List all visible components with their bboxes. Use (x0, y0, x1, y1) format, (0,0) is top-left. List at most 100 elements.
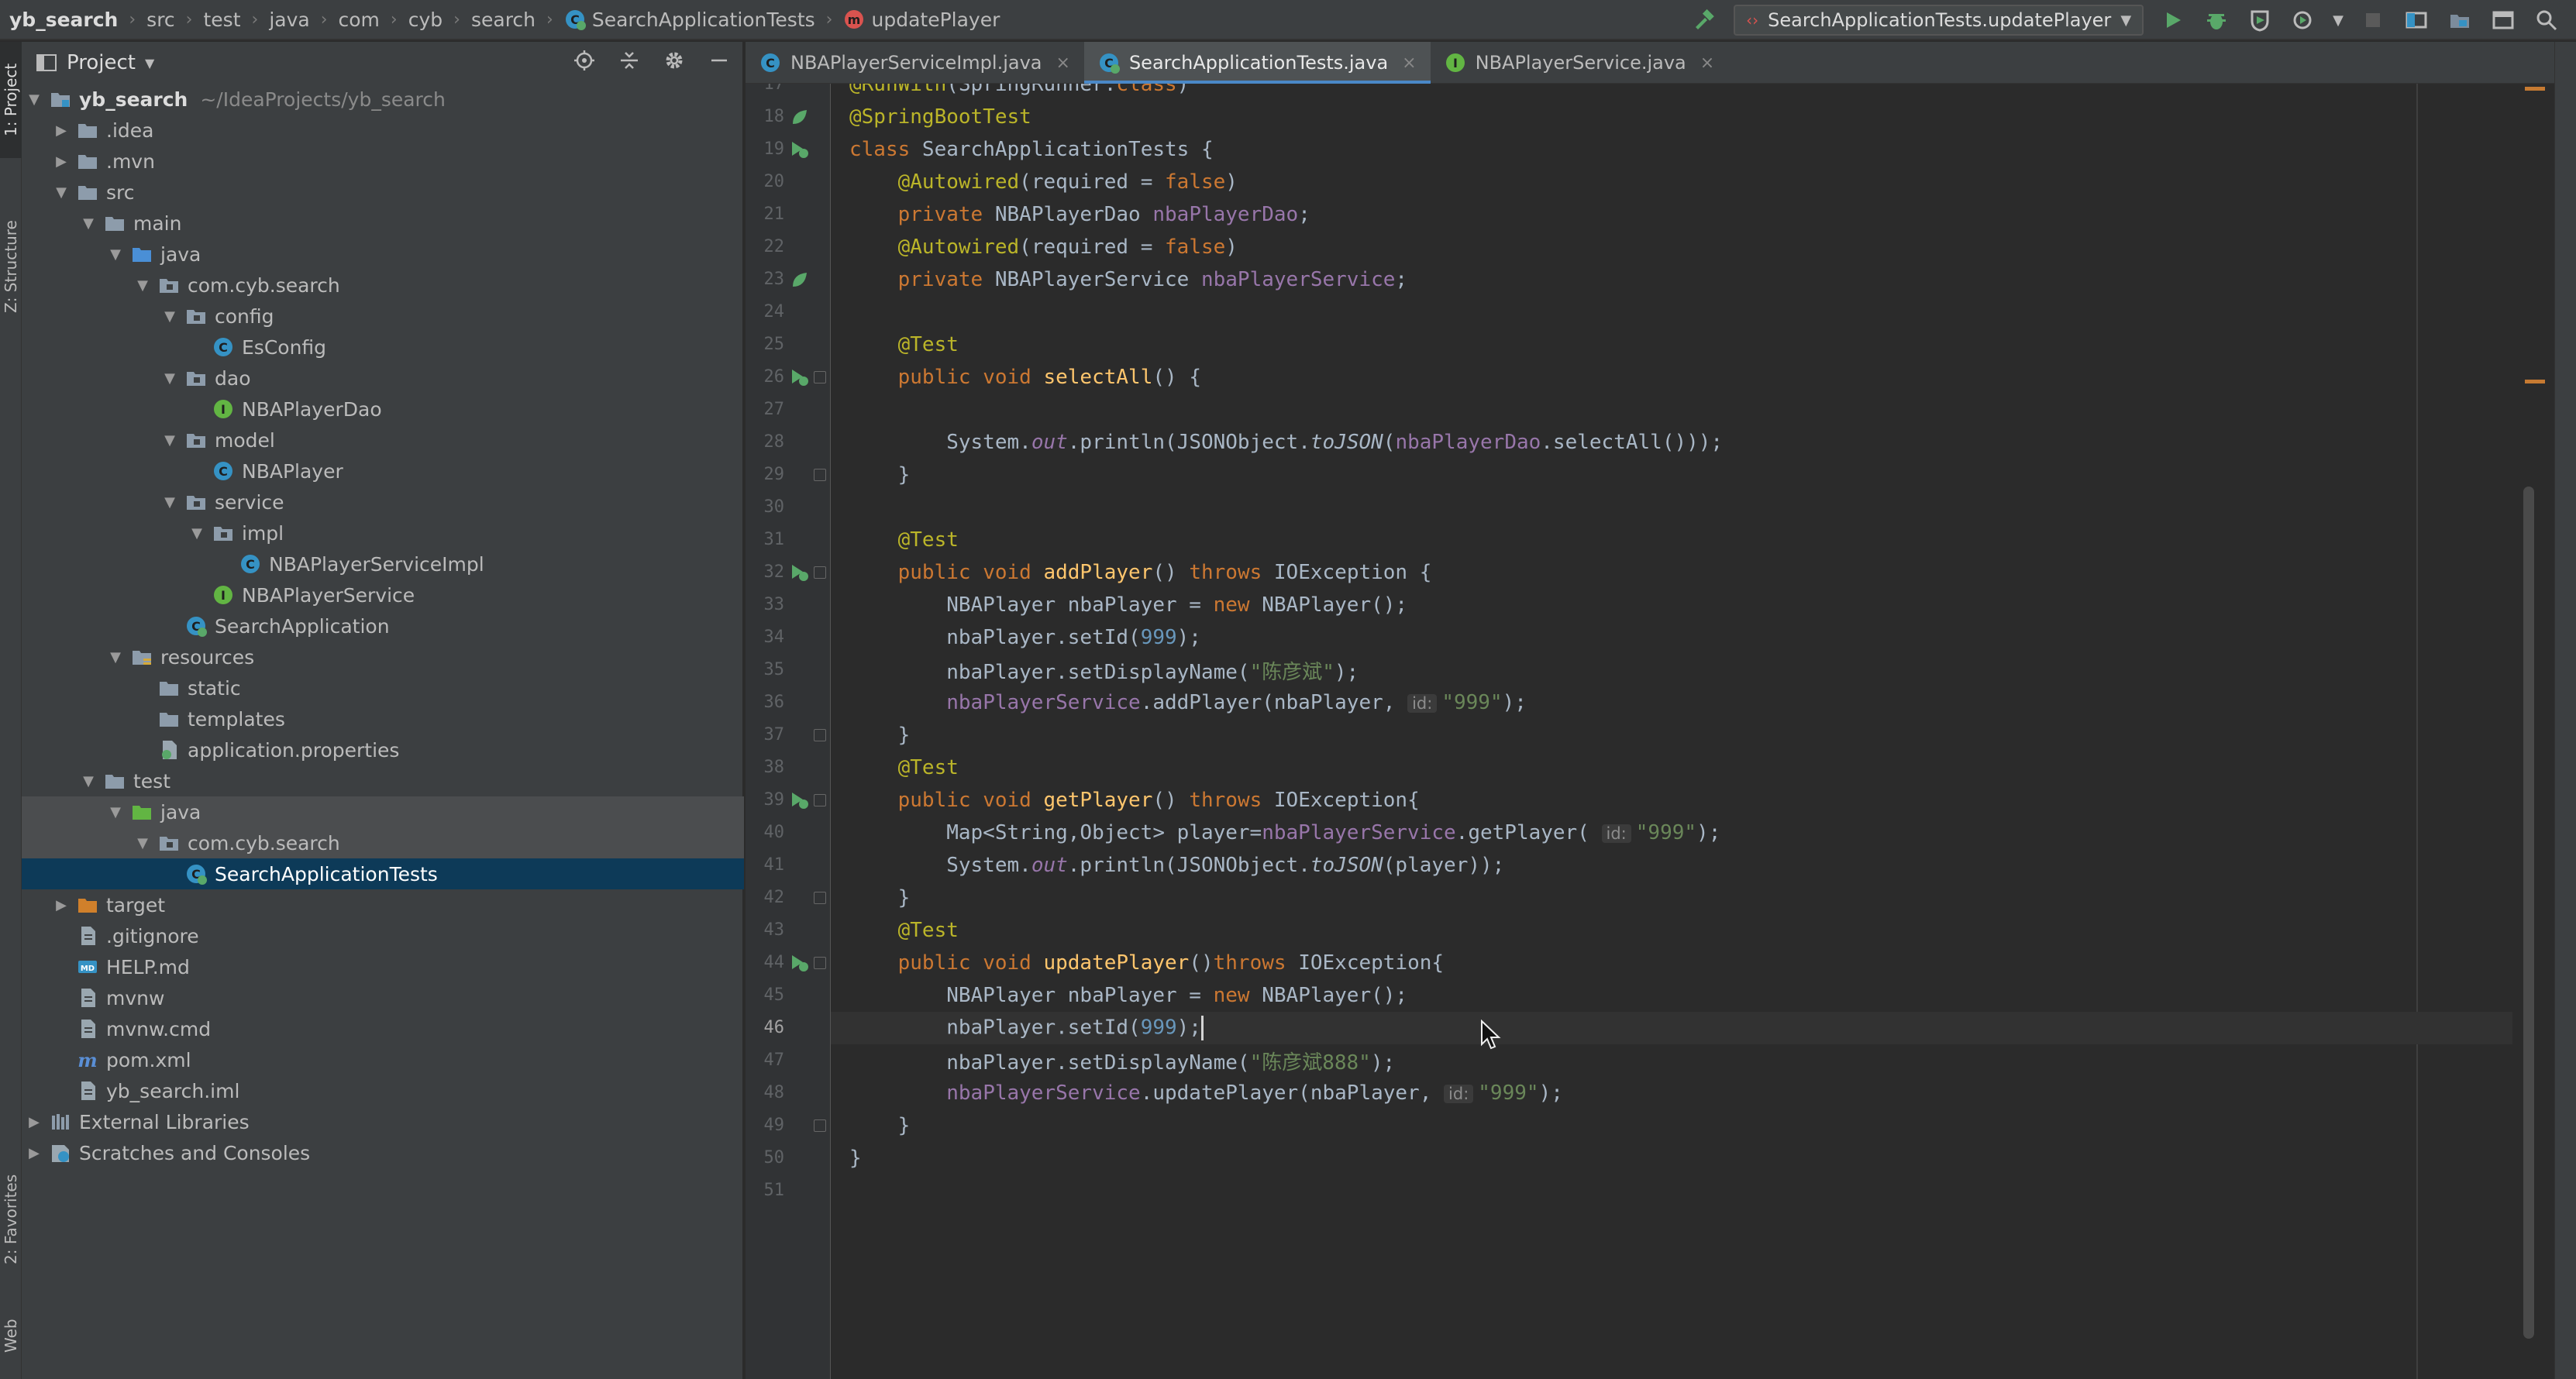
vertical-scrollbar[interactable] (2512, 84, 2545, 1379)
code-line[interactable] (831, 394, 2545, 426)
code-line[interactable]: nbaPlayer.setDisplayName("陈彦斌888"); (831, 1044, 2545, 1077)
code-editor[interactable]: 17 18 19 20 21 22 23 24 25 26 27 28 29 30 31 32 33 34 35 36… (746, 84, 2545, 1379)
hide-panel-icon[interactable] (708, 50, 730, 77)
close-icon[interactable]: × (1402, 53, 1416, 73)
tree-node[interactable]: ▼ config (22, 301, 744, 332)
expanded-arrow-icon[interactable]: ▼ (162, 487, 177, 518)
code-line[interactable]: public void updatePlayer()throws IOExcep… (831, 947, 2545, 979)
tree-node[interactable]: mvnw (22, 982, 744, 1013)
tree-node[interactable]: ▶ Scratches and Consoles (22, 1137, 744, 1168)
tree-node[interactable]: C SearchApplicationTests (22, 858, 744, 889)
collapsed-arrow-icon[interactable]: ▶ (26, 1106, 42, 1137)
code-line[interactable]: class SearchApplicationTests { (831, 133, 2545, 166)
code-line[interactable]: @Test (831, 751, 2545, 784)
tree-node[interactable]: I NBAPlayerDao (22, 394, 744, 425)
tree-node[interactable]: ▼ dao (22, 363, 744, 394)
expanded-arrow-icon[interactable]: ▼ (135, 270, 150, 301)
code-line[interactable]: public void addPlayer() throws IOExcepti… (831, 556, 2545, 589)
collapsed-arrow-icon[interactable]: ▶ (53, 889, 69, 920)
search-everywhere-icon[interactable] (2533, 6, 2561, 34)
collapse-all-icon[interactable] (618, 50, 640, 77)
tree-node[interactable]: ▼ com.cyb.search (22, 270, 744, 301)
code-line[interactable]: @SpringBootTest (831, 101, 2545, 133)
run-configuration-selector[interactable]: ‹› SearchApplicationTests.updatePlayer ▼ (1734, 5, 2144, 36)
tree-node[interactable]: ▼ service (22, 487, 744, 518)
collapsed-arrow-icon[interactable]: ▶ (53, 146, 69, 177)
profiler-icon[interactable] (2289, 6, 2317, 34)
presentation-icon[interactable] (2489, 6, 2517, 34)
code-line[interactable]: @Autowired(required = false) (831, 166, 2545, 198)
stop-icon[interactable] (2359, 6, 2387, 34)
fold-marker-icon[interactable] (814, 892, 826, 904)
expanded-arrow-icon[interactable]: ▼ (81, 765, 96, 796)
expanded-arrow-icon[interactable]: ▼ (162, 301, 177, 332)
tree-node[interactable]: ▼ impl (22, 518, 744, 549)
breadcrumb-item[interactable]: java (269, 9, 309, 31)
chevron-down-icon[interactable]: ▼ (2333, 12, 2344, 29)
expanded-arrow-icon[interactable]: ▼ (108, 796, 123, 827)
code-line[interactable] (831, 1174, 2545, 1207)
editor-tab[interactable]: I NBAPlayerService.java × (1431, 42, 1729, 84)
tree-node[interactable]: C NBAPlayer (22, 456, 744, 487)
run-test-gutter-icon[interactable] (789, 562, 811, 583)
tree-node[interactable]: C SearchApplication (22, 610, 744, 641)
fold-marker-icon[interactable] (814, 566, 826, 579)
run-test-gutter-icon[interactable] (789, 139, 811, 160)
code-line[interactable]: public void selectAll() { (831, 361, 2545, 394)
spring-bean-gutter-icon[interactable] (789, 106, 811, 128)
gear-icon[interactable] (663, 50, 685, 77)
fold-marker-icon[interactable] (814, 794, 826, 806)
breadcrumb-item[interactable]: cyb (408, 9, 443, 31)
project-structure-icon[interactable] (2402, 6, 2430, 34)
breadcrumb-item[interactable]: test (203, 9, 240, 31)
build-hammer-icon[interactable] (1690, 6, 1718, 34)
code-line[interactable]: private NBAPlayerDao nbaPlayerDao; (831, 198, 2545, 231)
code-line[interactable]: System.out.println(JSONObject.toJSON(pla… (831, 849, 2545, 882)
tree-node[interactable]: ▶ .mvn (22, 146, 744, 177)
code-area[interactable]: @RunWith(SpringRunner.class) @SpringBootT… (831, 84, 2545, 1379)
fold-marker-icon[interactable] (814, 1119, 826, 1132)
breadcrumb-item[interactable]: search (471, 9, 536, 31)
editor-tab[interactable]: C SearchApplicationTests.java × (1083, 42, 1431, 84)
chevron-down-icon[interactable]: ▼ (145, 56, 154, 70)
tree-node[interactable]: C NBAPlayerServiceImpl (22, 549, 744, 579)
tree-node[interactable]: ▼ test (22, 765, 744, 796)
tree-node[interactable]: ▼ java (22, 239, 744, 270)
tree-node[interactable]: ▶ target (22, 889, 744, 920)
code-line[interactable]: NBAPlayer nbaPlayer = new NBAPlayer(); (831, 979, 2545, 1012)
tree-node[interactable]: C EsConfig (22, 332, 744, 363)
code-line[interactable]: Map<String,Object> player=nbaPlayerServi… (831, 817, 2545, 849)
code-line[interactable]: } (831, 882, 2545, 914)
tree-node[interactable]: application.properties (22, 734, 744, 765)
breadcrumb-item[interactable]: yb_search (9, 9, 118, 31)
collapsed-arrow-icon[interactable]: ▶ (53, 115, 69, 146)
debug-icon[interactable] (2202, 6, 2230, 34)
tree-node[interactable]: ▼ java (22, 796, 744, 827)
code-line[interactable]: nbaPlayerService.addPlayer(nbaPlayer, id… (831, 686, 2545, 719)
tree-node[interactable]: ▶ .idea (22, 115, 744, 146)
run-test-gutter-icon[interactable] (789, 789, 811, 811)
run-test-gutter-icon[interactable] (789, 366, 811, 388)
warning-marker[interactable] (2525, 380, 2545, 383)
code-line[interactable]: @Test (831, 524, 2545, 556)
expanded-arrow-icon[interactable]: ▼ (81, 208, 96, 239)
code-line[interactable]: nbaPlayer.setDisplayName("陈彦斌"); (831, 654, 2545, 686)
scrollbar-thumb[interactable] (2523, 487, 2534, 1339)
tree-node[interactable]: ▼ model (22, 425, 744, 456)
fold-marker-icon[interactable] (814, 371, 826, 383)
code-line[interactable]: nbaPlayer.setId(999); (831, 1012, 2545, 1044)
editor-tab[interactable]: C NBAPlayerServiceImpl.java × (746, 42, 1084, 84)
sdk-folder-icon[interactable] (2446, 6, 2474, 34)
tree-node[interactable]: MD HELP.md (22, 951, 744, 982)
breadcrumb-item[interactable]: m updatePlayer (843, 9, 1000, 31)
warning-marker[interactable] (2525, 87, 2545, 91)
spring-bean-gutter-icon[interactable] (789, 269, 811, 291)
code-line[interactable]: NBAPlayer nbaPlayer = new NBAPlayer(); (831, 589, 2545, 621)
expanded-arrow-icon[interactable]: ▼ (108, 641, 123, 672)
collapsed-arrow-icon[interactable]: ▶ (26, 1137, 42, 1168)
favorites-tool-window-tab[interactable]: 2: Favorites (0, 1142, 22, 1297)
fold-marker-icon[interactable] (814, 469, 826, 481)
project-view-selector[interactable]: Project (67, 51, 136, 74)
expanded-arrow-icon[interactable]: ▼ (26, 84, 42, 115)
code-line[interactable]: @RunWith(SpringRunner.class) (831, 84, 2545, 101)
